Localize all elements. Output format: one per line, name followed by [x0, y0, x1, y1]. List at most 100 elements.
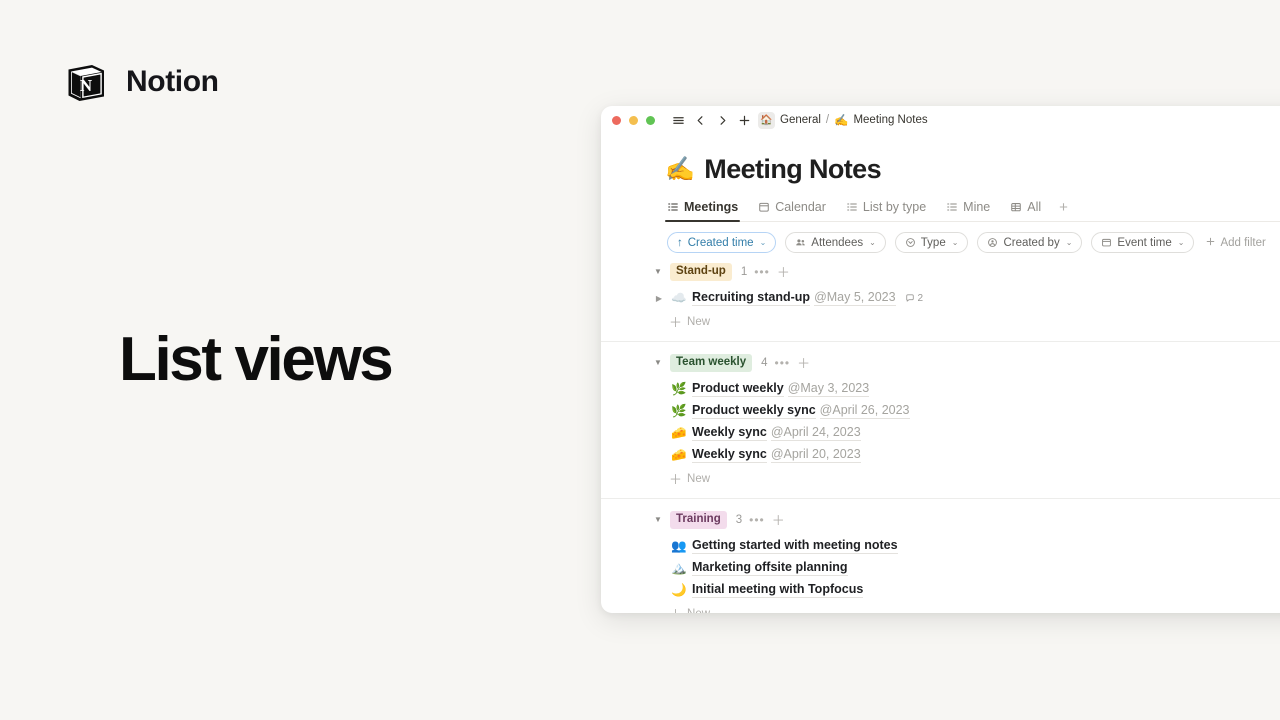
- page-content: ✍️ Meeting Notes Meetings Calendar List …: [601, 154, 1280, 613]
- group-header: ▼ Stand-up 1 ••• ＋: [653, 261, 1280, 283]
- add-new-item-button[interactable]: ＋ New: [601, 604, 1280, 614]
- hamburger-menu-icon[interactable]: [668, 110, 688, 130]
- breadcrumb: 🏠 General / ✍️ Meeting Notes: [758, 111, 928, 129]
- close-window-button[interactable]: [612, 115, 621, 125]
- notion-cube-logo-icon: N: [62, 58, 110, 106]
- list-item[interactable]: ▶ ☁️ Recruiting stand-up @May 5, 2023 2: [601, 287, 1280, 309]
- page-title: ✍️ Meeting Notes: [665, 154, 1280, 185]
- list-item[interactable]: 🌿 Product weekly @May 3, 2023: [601, 378, 1280, 400]
- filter-pill-attendees[interactable]: Attendees ⌄: [785, 232, 886, 253]
- brand-lockup: N Notion: [62, 58, 219, 106]
- item-emoji-icon: ☁️: [671, 290, 687, 305]
- list-view-icon: [846, 201, 858, 213]
- filter-pill-label: Type: [920, 236, 946, 249]
- comment-count-value: 2: [917, 292, 924, 304]
- item-date: @April 24, 2023: [770, 425, 861, 441]
- add-new-item-button[interactable]: ＋ New: [601, 469, 1280, 489]
- item-title[interactable]: Marketing offsite planning: [692, 560, 848, 576]
- item-title[interactable]: Weekly sync: [692, 447, 767, 463]
- list-item[interactable]: 🌿 Product weekly sync @April 26, 2023: [601, 400, 1280, 422]
- add-filter-button[interactable]: Add filter: [1205, 236, 1266, 250]
- list-item[interactable]: 🧀 Weekly sync @April 20, 2023: [601, 444, 1280, 466]
- item-emoji-icon: 🧀: [671, 425, 687, 440]
- tab-meetings[interactable]: Meetings: [665, 198, 741, 222]
- tab-label: List by type: [862, 200, 927, 214]
- tab-label: Calendar: [775, 200, 826, 214]
- item-title[interactable]: Product weekly sync: [692, 403, 816, 419]
- item-title[interactable]: Getting started with meeting notes: [692, 538, 898, 554]
- comment-bubble-icon: [905, 293, 915, 303]
- new-item-label: New: [687, 473, 711, 485]
- item-emoji-icon: 🌿: [671, 381, 687, 396]
- chevron-left-icon[interactable]: [690, 110, 710, 130]
- list-item[interactable]: 🌙 Initial meeting with Topfocus: [601, 579, 1280, 601]
- group-training: ▼ Training 3 ••• ＋ 👥 Getting started wit…: [601, 509, 1280, 613]
- list-item[interactable]: 🧀 Weekly sync @April 24, 2023: [601, 422, 1280, 444]
- notion-app-window: 🏠 General / ✍️ Meeting Notes Edited ✍️ M…: [601, 106, 1280, 613]
- group-add-icon[interactable]: ＋: [772, 514, 785, 527]
- collapse-caret-icon[interactable]: ▼: [653, 359, 663, 367]
- group-tag[interactable]: Training: [670, 511, 727, 529]
- group-more-options-icon[interactable]: •••: [775, 357, 791, 369]
- add-view-button[interactable]: +: [1059, 200, 1068, 221]
- tab-calendar[interactable]: Calendar: [756, 198, 828, 221]
- select-icon: [905, 237, 916, 248]
- chevron-down-icon: ⌄: [1177, 238, 1185, 247]
- group-count: 3: [735, 514, 743, 526]
- tab-list-by-type[interactable]: List by type: [844, 198, 928, 221]
- filter-pill-created-by[interactable]: Created by ⌄: [977, 232, 1083, 253]
- item-emoji-icon: 🧀: [671, 447, 687, 462]
- group-more-options-icon[interactable]: •••: [749, 514, 765, 526]
- filter-pill-event-time[interactable]: Event time ⌄: [1091, 232, 1195, 253]
- group-tag[interactable]: Stand-up: [670, 263, 732, 281]
- list-groups: ▼ Stand-up 1 ••• ＋ ▶ ☁️ Recruiting stand…: [601, 261, 1280, 613]
- group-more-options-icon[interactable]: •••: [754, 266, 770, 278]
- group-team-weekly: ▼ Team weekly 4 ••• ＋ 🌿 Product weekly @…: [601, 352, 1280, 509]
- people-icon: [795, 237, 806, 248]
- filter-pill-type[interactable]: Type ⌄: [894, 232, 969, 253]
- minimize-window-button[interactable]: [629, 115, 638, 125]
- tab-all[interactable]: All: [1008, 198, 1043, 221]
- plus-icon[interactable]: [734, 110, 754, 130]
- collapse-caret-icon[interactable]: ▼: [653, 516, 663, 524]
- group-add-icon[interactable]: ＋: [797, 357, 810, 370]
- maximize-window-button[interactable]: [646, 115, 655, 125]
- list-view-icon: [946, 201, 958, 213]
- sort-arrow-icon: ↑: [677, 236, 683, 249]
- page-title-text[interactable]: Meeting Notes: [704, 154, 881, 185]
- tab-mine[interactable]: Mine: [944, 198, 992, 221]
- item-title[interactable]: Product weekly: [692, 381, 784, 397]
- item-title[interactable]: Recruiting stand-up: [692, 290, 811, 306]
- add-filter-label: Add filter: [1220, 236, 1266, 249]
- list-item[interactable]: 🏔️ Marketing offsite planning: [601, 557, 1280, 579]
- page-title-emoji-icon[interactable]: ✍️: [665, 157, 695, 182]
- item-title[interactable]: Initial meeting with Topfocus: [692, 582, 864, 598]
- group-rows: ▶ ☁️ Recruiting stand-up @May 5, 2023 2: [601, 287, 1280, 309]
- tab-label: All: [1027, 200, 1042, 214]
- titlebar-nav-controls: [668, 110, 754, 130]
- item-title[interactable]: Weekly sync: [692, 425, 767, 441]
- plus-icon: ＋: [669, 314, 683, 330]
- group-header: ▼ Team weekly 4 ••• ＋: [653, 352, 1280, 374]
- list-item[interactable]: 👥 Getting started with meeting notes: [601, 535, 1280, 557]
- expand-triangle-icon[interactable]: ▶: [653, 294, 665, 303]
- group-tag[interactable]: Team weekly: [670, 354, 753, 372]
- new-item-label: New: [687, 316, 711, 328]
- chevron-down-icon: ⌄: [1065, 238, 1073, 247]
- home-icon[interactable]: 🏠: [758, 111, 775, 129]
- list-view-icon: [667, 201, 679, 213]
- breadcrumb-item-meeting-notes[interactable]: Meeting Notes: [853, 114, 927, 126]
- table-view-icon: [1010, 201, 1022, 213]
- plus-icon: ＋: [669, 608, 682, 614]
- chevron-right-icon[interactable]: [712, 110, 732, 130]
- collapse-caret-icon[interactable]: ▼: [653, 268, 663, 276]
- group-rows: 👥 Getting started with meeting notes 🏔️ …: [601, 535, 1280, 601]
- sort-pill-created-time[interactable]: ↑ Created time ⌄: [667, 232, 777, 253]
- breadcrumb-item-general[interactable]: General: [780, 114, 821, 126]
- date-icon: [1101, 237, 1112, 248]
- add-new-item-button[interactable]: ＋ New: [601, 312, 1280, 332]
- comment-count[interactable]: 2: [905, 292, 924, 304]
- group-add-icon[interactable]: ＋: [777, 266, 790, 279]
